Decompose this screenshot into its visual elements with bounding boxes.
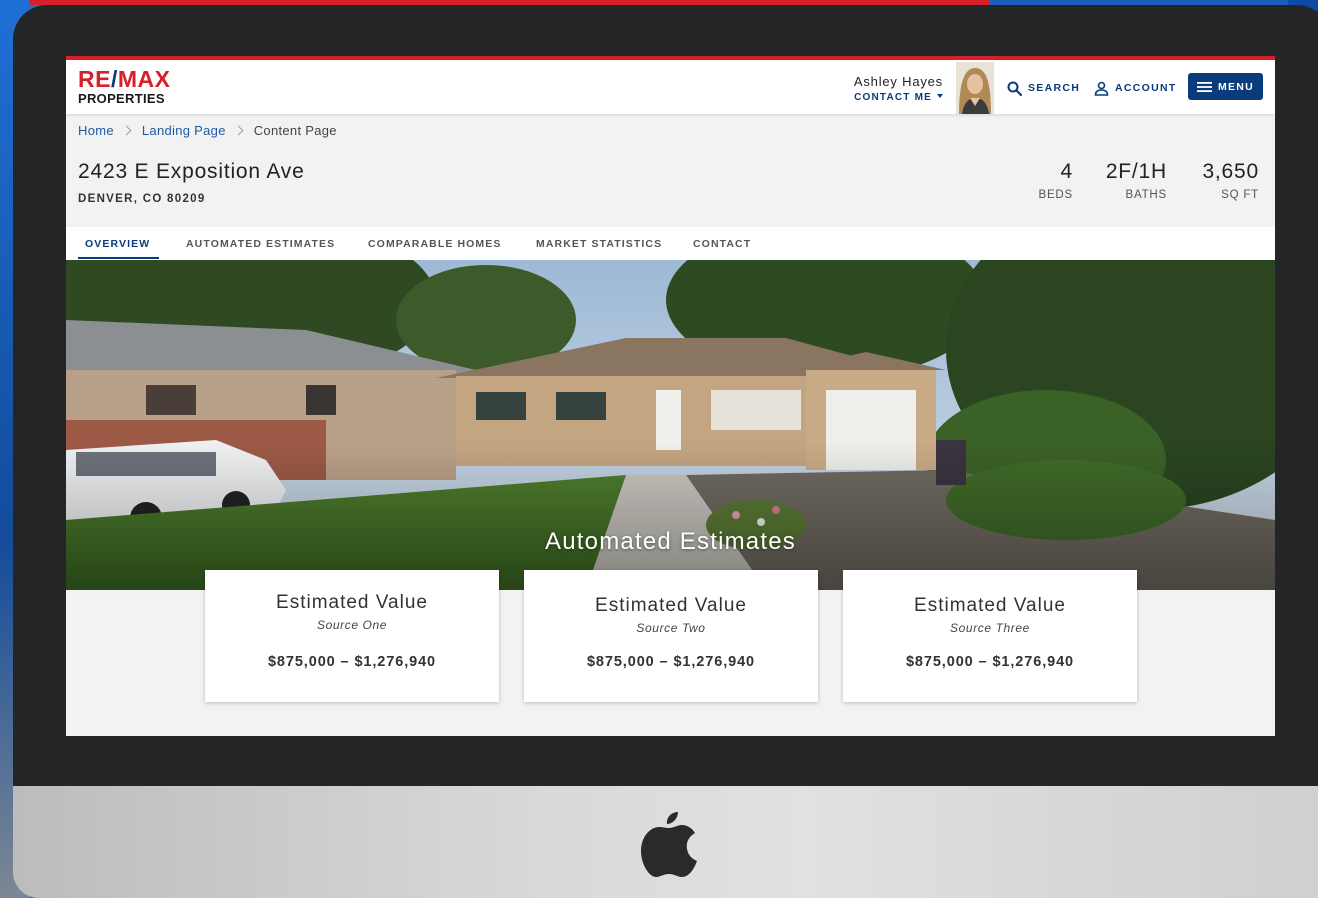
tab-market-statistics[interactable]: MARKET STATISTICS <box>536 238 662 250</box>
logo-slash: / <box>110 66 118 92</box>
contact-me-label: CONTACT ME <box>854 92 932 103</box>
chevron-right-icon <box>121 125 132 136</box>
estimate-range: $875,000 – $1,276,940 <box>586 654 756 670</box>
tab-automated-estimates[interactable]: AUTOMATED ESTIMATES <box>186 238 335 250</box>
estimate-range: $875,000 – $1,276,940 <box>905 654 1075 670</box>
contact-me-dropdown[interactable]: CONTACT ME <box>854 92 943 103</box>
estimate-card: Estimated Value Source Three $875,000 – … <box>843 570 1137 702</box>
property-address: 2423 E Exposition Ave <box>78 160 305 183</box>
search-label: SEARCH <box>1028 82 1081 94</box>
account-button[interactable]: ACCOUNT <box>1094 78 1177 98</box>
logo-re: RE <box>78 66 111 92</box>
logo-max: MAX <box>117 66 171 92</box>
stat-baths: 2F/1H BATHS <box>1106 160 1167 201</box>
account-label: ACCOUNT <box>1115 82 1177 94</box>
stat-label: SQ FT <box>1221 189 1259 201</box>
breadcrumb-home[interactable]: Home <box>78 123 114 138</box>
estimate-range: $875,000 – $1,276,940 <box>267 654 437 670</box>
chevron-right-icon <box>233 125 244 136</box>
logo-properties: PROPERTIES <box>78 91 165 106</box>
stat-sqft: 3,650 SQ FT <box>1202 160 1259 201</box>
breadcrumb-current: Content Page <box>253 123 337 138</box>
menu-label: MENU <box>1217 80 1255 93</box>
estimate-title: Estimated Value <box>276 592 428 613</box>
menu-button[interactable]: MENU <box>1188 73 1263 100</box>
stat-label: BEDS <box>1038 189 1073 201</box>
hero-title: Automated Estimates <box>545 528 796 555</box>
stat-beds: 4 BEDS <box>1038 160 1073 201</box>
active-tab-indicator <box>78 257 159 259</box>
stat-value: 2F/1H <box>1105 160 1167 183</box>
estimate-source: Source Two <box>636 621 706 635</box>
hamburger-icon <box>1196 81 1212 92</box>
estimate-title: Estimated Value <box>914 595 1066 616</box>
estimate-card: Estimated Value Source One $875,000 – $1… <box>205 570 499 702</box>
search-button[interactable]: SEARCH <box>1007 78 1080 98</box>
site-header: RE/MAX PROPERTIES Ashley Hayes CONTACT M… <box>66 60 1275 114</box>
property-tabs: OVERVIEW AUTOMATED ESTIMATES COMPARABLE … <box>66 227 1275 260</box>
tab-overview[interactable]: OVERVIEW <box>85 238 150 250</box>
estimate-source: Source One <box>316 618 388 632</box>
tab-contact[interactable]: CONTACT <box>693 238 751 250</box>
tab-comparable-homes[interactable]: COMPARABLE HOMES <box>368 238 502 250</box>
estimate-source: Source Three <box>950 621 1030 635</box>
agent-info: Ashley Hayes CONTACT ME <box>854 74 943 103</box>
breadcrumb: Home Landing Page Content Page <box>78 123 337 138</box>
remax-logo[interactable]: RE/MAX PROPERTIES <box>78 66 171 106</box>
stat-value: 3,650 <box>1202 160 1259 183</box>
caret-down-icon <box>937 94 943 98</box>
stat-label: BATHS <box>1125 189 1167 201</box>
search-icon <box>1007 81 1022 96</box>
estimate-card: Estimated Value Source Two $875,000 – $1… <box>524 570 818 702</box>
estimate-title: Estimated Value <box>595 595 747 616</box>
property-city: DENVER, CO 80209 <box>78 193 206 205</box>
agent-avatar[interactable] <box>956 62 994 114</box>
stat-value: 4 <box>1060 160 1073 183</box>
browser-screen: RE/MAX PROPERTIES Ashley Hayes CONTACT M… <box>66 56 1275 736</box>
breadcrumb-landing-page[interactable]: Landing Page <box>142 123 226 138</box>
agent-name: Ashley Hayes <box>853 74 943 89</box>
apple-logo-icon <box>641 812 697 877</box>
user-icon <box>1094 81 1109 96</box>
